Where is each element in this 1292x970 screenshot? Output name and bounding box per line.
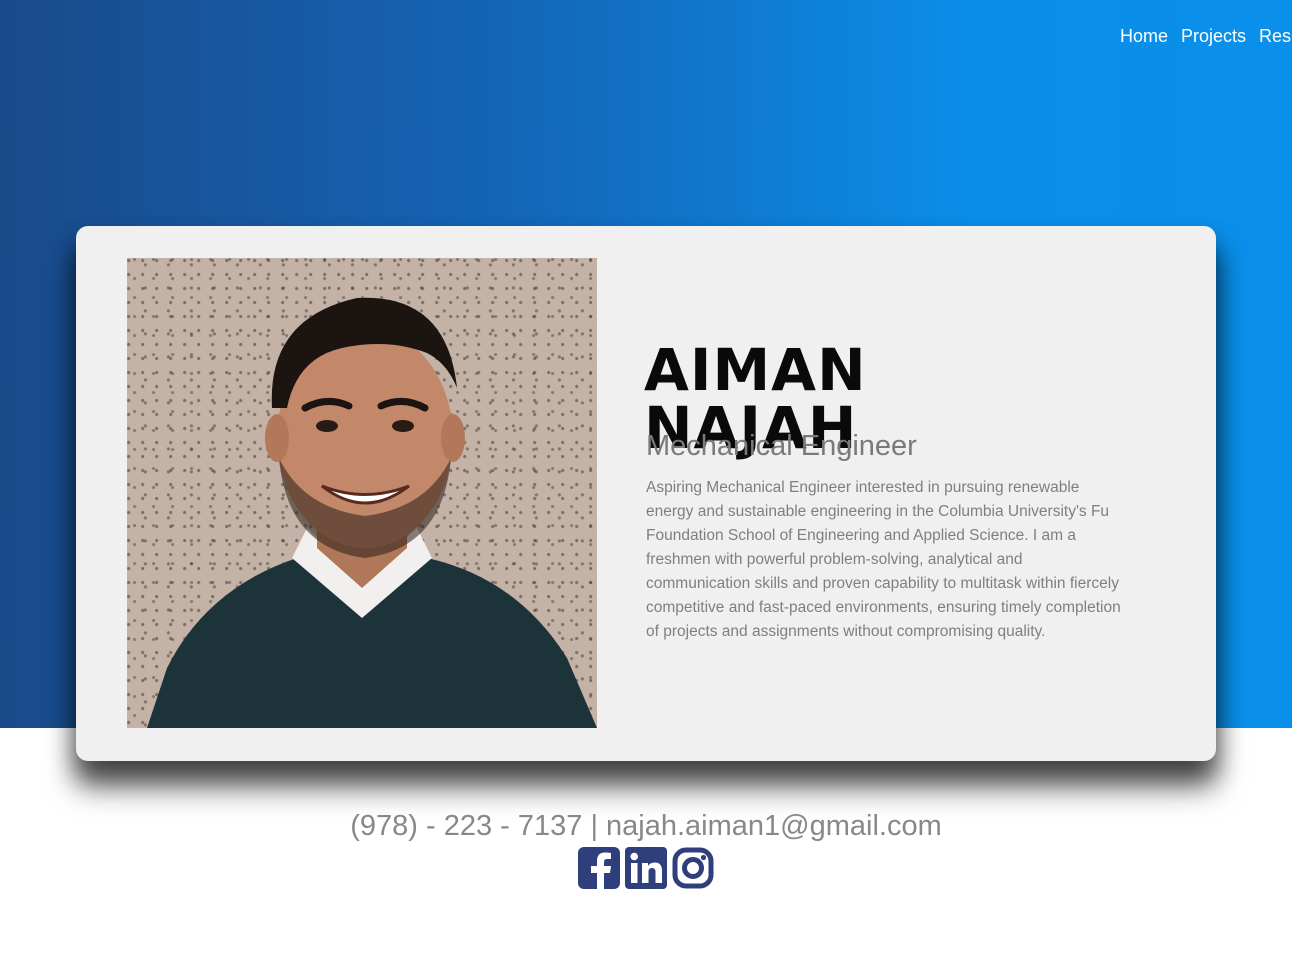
- social-links: [578, 847, 718, 891]
- first-name: AIMAN: [644, 335, 867, 404]
- facebook-icon[interactable]: [578, 847, 620, 889]
- profile-photo: [127, 258, 597, 728]
- nav-resume-link[interactable]: Resume: [1259, 24, 1292, 48]
- profile-title: Mechanical Engineer: [646, 430, 917, 462]
- portrait-illustration: [147, 297, 597, 728]
- contact-line: (978) - 223 - 7137 | najah.aiman1@gmail.…: [350, 810, 942, 842]
- profile-bio: Aspiring Mechanical Engineer interested …: [646, 479, 1121, 640]
- linkedin-icon[interactable]: [625, 847, 667, 889]
- profile-card: AIMAN NAJAH Mechanical Engineer Aspiring…: [76, 226, 1216, 761]
- nav-projects-link[interactable]: Projects: [1181, 24, 1246, 48]
- instagram-icon[interactable]: [672, 847, 714, 889]
- top-nav: Home Projects Resume: [1120, 24, 1292, 48]
- nav-home-link[interactable]: Home: [1120, 24, 1168, 48]
